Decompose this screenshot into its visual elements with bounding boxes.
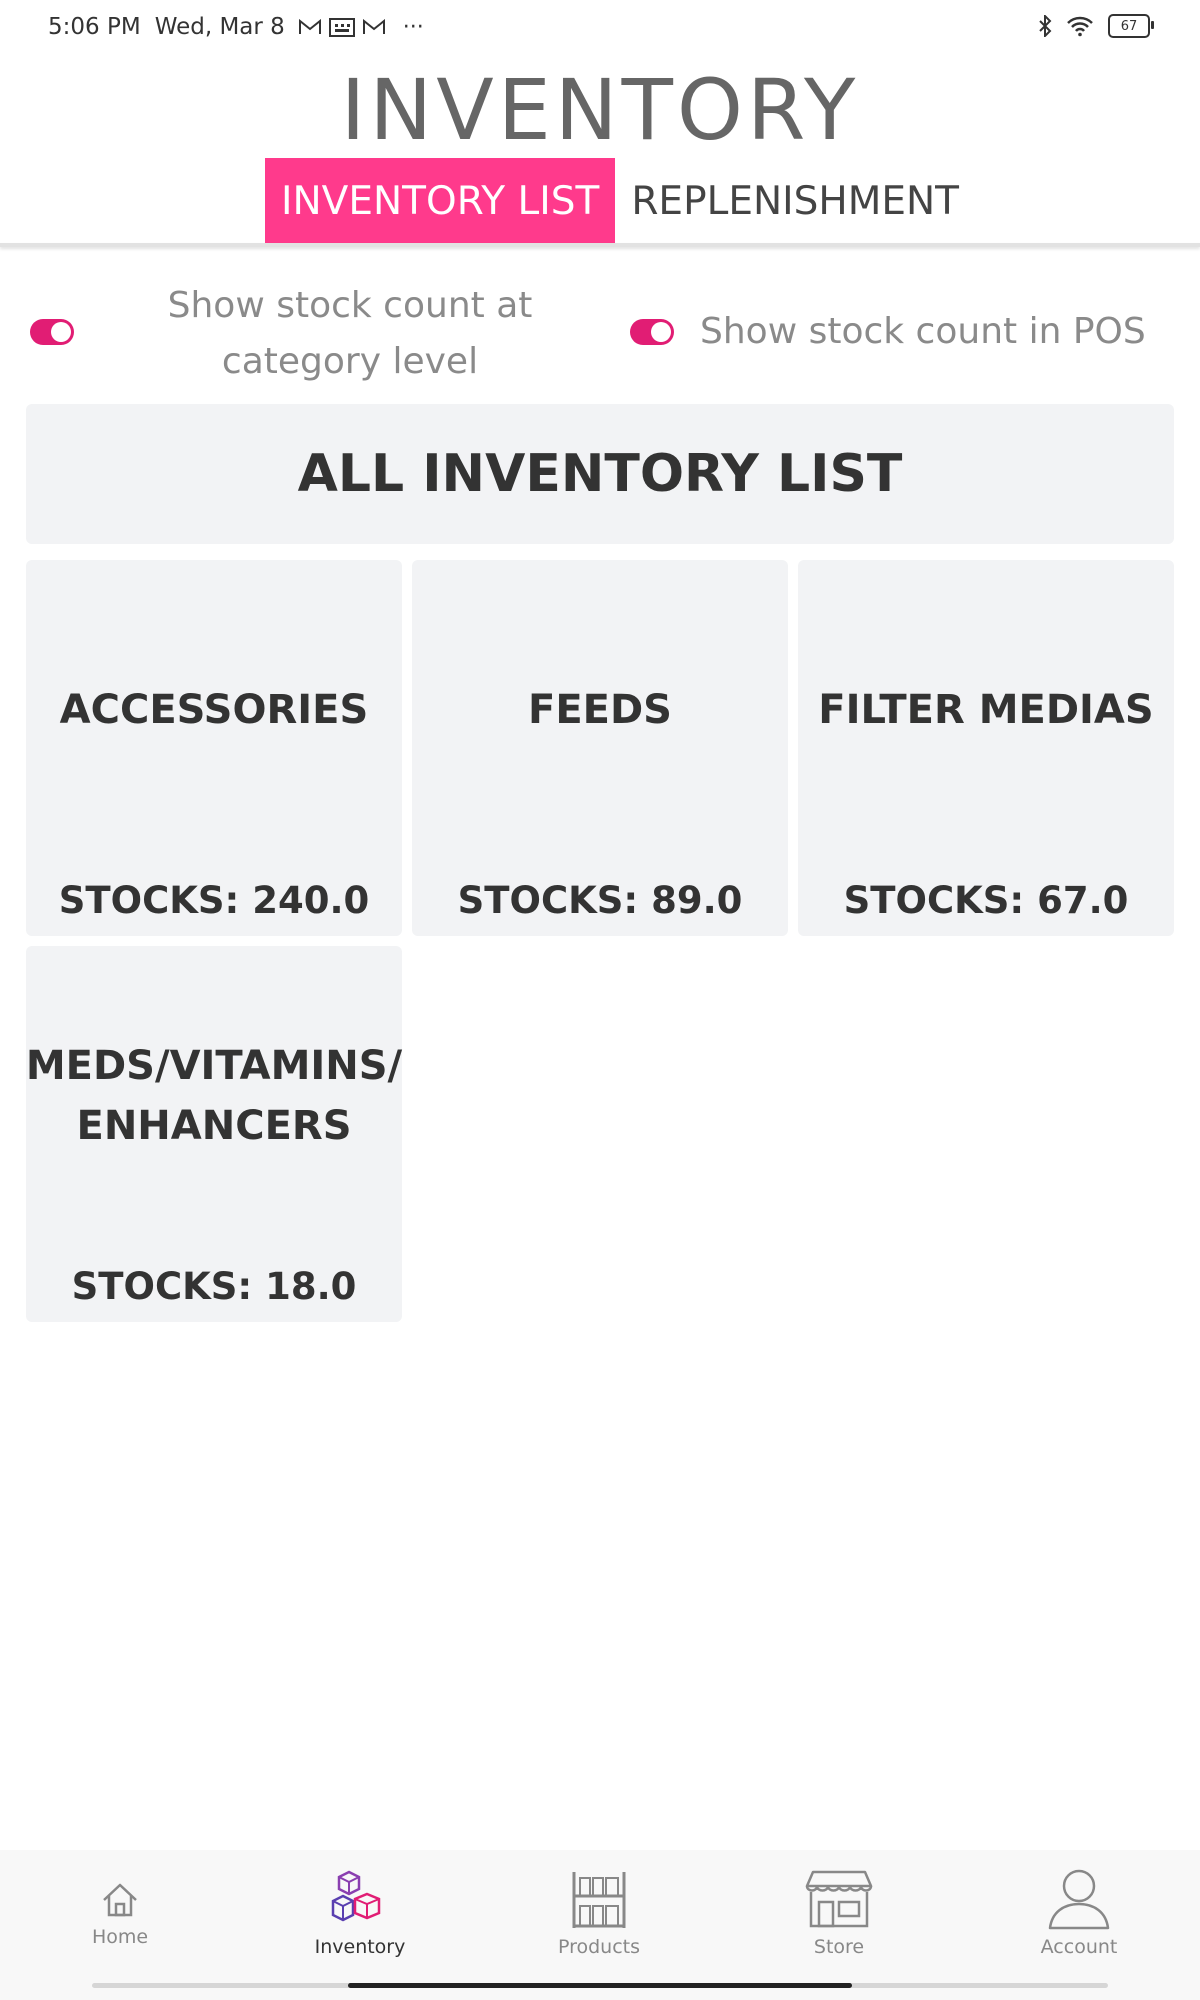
status-left: 5:06 PM Wed, Mar 8 ··· [48,14,424,40]
category-stock: STOCKS: 18.0 [71,1265,357,1308]
category-name-line1: MEDS/VITAMINS/ [25,1043,403,1089]
nav-account-label: Account [1040,1936,1118,1958]
inventory-boxes-icon [331,1870,381,1922]
category-name: MEDS/VITAMINS/ ENHANCERS [26,946,402,1246]
nav-inventory[interactable]: Inventory [280,1868,440,1958]
gmail-icon [362,19,385,34]
toggle-knob [651,322,671,342]
store-icon [805,1870,873,1928]
settings-toggles: Show stock count at category level Show … [0,278,1200,388]
category-stock-toggle[interactable] [30,319,74,345]
nav-home[interactable]: Home [40,1880,200,1948]
category-stock: STOCKS: 240.0 [58,879,370,922]
category-card-feeds[interactable]: FEEDS STOCKS: 89.0 [412,560,788,936]
bottom-navigation: Home Inventory Products Store Account [0,1850,1200,2000]
category-card-filter-medias[interactable]: FILTER MEDIAS STOCKS: 67.0 [798,560,1174,936]
tab-replenishment[interactable]: REPLENISHMENT [615,158,975,244]
nav-inventory-label: Inventory [314,1936,406,1958]
toggle-knob [51,322,71,342]
status-right: 67 [1038,14,1154,38]
page-title: INVENTORY [340,61,860,159]
category-stock: STOCKS: 67.0 [843,879,1129,922]
bluetooth-icon [1039,15,1052,37]
calendar-icon [328,18,355,37]
status-date: Wed, Mar 8 [154,14,285,40]
category-name: FILTER MEDIAS [818,687,1154,733]
tab-divider [0,243,1200,247]
category-name: FEEDS [528,687,672,733]
tab-inventory-list[interactable]: INVENTORY LIST [265,158,616,244]
nav-account[interactable]: Account [999,1868,1159,1958]
home-icon [103,1883,137,1917]
status-bar: 5:06 PM Wed, Mar 8 ··· 67 [0,0,1200,60]
nav-store[interactable]: Store [759,1868,919,1958]
category-card-accessories[interactable]: ACCESSORIES STOCKS: 240.0 [26,560,402,936]
account-icon [1048,1869,1110,1930]
nav-home-label: Home [91,1926,149,1948]
tab-bar: INVENTORY LIST REPLENISHMENT [265,158,975,244]
battery-icon: 67 [1108,14,1154,38]
shelf-icon [572,1872,626,1928]
gmail-icon [298,19,321,34]
status-time: 5:06 PM [48,14,141,40]
nav-products-label: Products [557,1936,641,1958]
category-stock-toggle-label: Show stock count at category level [100,278,600,390]
category-name: ACCESSORIES [59,687,369,733]
gesture-home-indicator[interactable] [348,1983,852,1988]
pos-stock-toggle[interactable] [630,319,674,345]
pos-stock-toggle-label: Show stock count in POS [700,311,1146,352]
wifi-icon [1067,16,1093,37]
category-stock-label-line1: Show stock count at [167,285,533,326]
category-stock: STOCKS: 89.0 [457,879,743,922]
all-inventory-list-button[interactable]: ALL INVENTORY LIST [26,404,1174,544]
category-card-meds-vitamins-enhancers[interactable]: MEDS/VITAMINS/ ENHANCERS STOCKS: 18.0 [26,946,402,1322]
category-name-line2: ENHANCERS [76,1103,352,1149]
nav-store-label: Store [813,1936,865,1958]
notification-icons: ··· [298,14,424,40]
nav-products[interactable]: Products [519,1868,679,1958]
category-stock-label-line2: category level [221,341,479,382]
more-icon: ··· [402,14,424,40]
